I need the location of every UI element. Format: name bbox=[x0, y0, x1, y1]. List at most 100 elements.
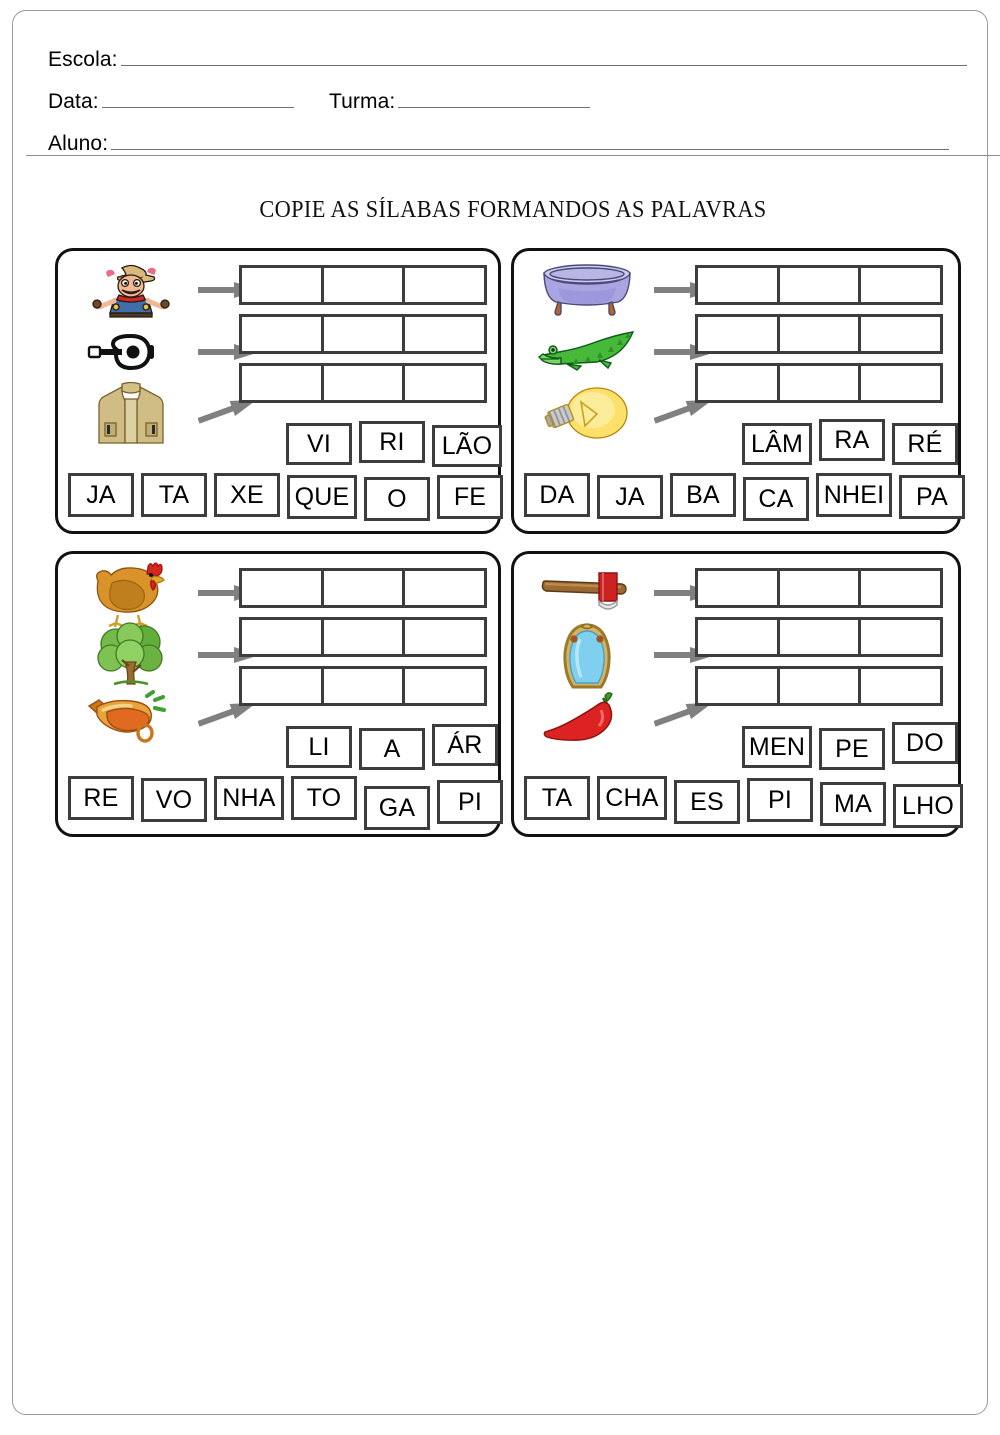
syllable-tile[interactable]: MA bbox=[820, 782, 886, 826]
exercise-box-3: LI A ÁR RE VO NHA TO GA PI bbox=[55, 551, 503, 837]
syllable-tile[interactable]: LHO bbox=[893, 784, 963, 828]
syllable-tile[interactable]: RA bbox=[819, 419, 885, 461]
answer-cell[interactable] bbox=[402, 617, 488, 657]
syllable-tile[interactable]: QUE bbox=[287, 475, 357, 519]
field-turma-label: Turma: bbox=[329, 90, 396, 113]
answer-cell[interactable] bbox=[320, 314, 406, 354]
answer-cell[interactable] bbox=[695, 617, 780, 657]
syllable-tile[interactable]: PI bbox=[747, 778, 813, 822]
answer-cell[interactable] bbox=[239, 363, 324, 403]
field-escola-input[interactable] bbox=[120, 49, 967, 66]
answer-cell[interactable] bbox=[858, 314, 944, 354]
syllable-tile[interactable]: XE bbox=[214, 473, 280, 517]
syllable-tile[interactable]: TA bbox=[524, 776, 590, 820]
syllable-tile[interactable]: TA bbox=[141, 473, 207, 517]
syllable-tile[interactable]: BA bbox=[670, 473, 736, 517]
guitar-icon bbox=[72, 321, 190, 383]
answer-cell[interactable] bbox=[320, 265, 406, 305]
answer-cell[interactable] bbox=[402, 265, 488, 305]
picture-column bbox=[72, 259, 190, 445]
answer-cell[interactable] bbox=[776, 666, 862, 706]
answer-cell[interactable] bbox=[858, 265, 944, 305]
answer-cell[interactable] bbox=[776, 265, 862, 305]
answer-cell[interactable] bbox=[239, 568, 324, 608]
answer-cell[interactable] bbox=[776, 568, 862, 608]
answer-grid bbox=[695, 265, 944, 412]
field-escola: Escola: bbox=[48, 48, 967, 78]
field-data: Data: bbox=[48, 90, 294, 120]
syllable-tile[interactable]: VO bbox=[141, 778, 207, 822]
syllable-tile[interactable]: RE bbox=[68, 776, 134, 820]
syllable-tile[interactable]: PI bbox=[437, 780, 503, 824]
answer-cell[interactable] bbox=[239, 314, 324, 354]
answer-cell[interactable] bbox=[320, 568, 406, 608]
syllable-tile[interactable]: NHEI bbox=[816, 473, 892, 517]
answer-cell[interactable] bbox=[239, 617, 324, 657]
answer-cell[interactable] bbox=[695, 363, 780, 403]
answer-row bbox=[239, 568, 488, 608]
syllable-strip-lower: DA JA BA CA NHEI PA bbox=[524, 473, 972, 521]
answer-cell[interactable] bbox=[320, 617, 406, 657]
answer-row bbox=[239, 363, 488, 403]
syllable-tile[interactable]: JA bbox=[68, 473, 134, 517]
chili-pepper-icon bbox=[528, 686, 646, 748]
syllable-tile[interactable]: FE bbox=[437, 475, 503, 519]
answer-cell[interactable] bbox=[858, 363, 944, 403]
answer-cell[interactable] bbox=[776, 363, 862, 403]
lightbulb-icon bbox=[528, 383, 646, 445]
answer-cell[interactable] bbox=[695, 568, 780, 608]
answer-grid bbox=[239, 568, 488, 715]
syllable-tile[interactable]: ES bbox=[674, 780, 740, 824]
answer-cell[interactable] bbox=[402, 314, 488, 354]
syllable-tile[interactable]: DO bbox=[892, 722, 958, 764]
answer-cell[interactable] bbox=[695, 265, 780, 305]
syllable-tile[interactable]: RÉ bbox=[892, 423, 958, 465]
answer-cell[interactable] bbox=[402, 568, 488, 608]
whistle-icon bbox=[72, 686, 190, 748]
syllable-tile[interactable]: A bbox=[359, 728, 425, 770]
syllable-tile[interactable]: PE bbox=[819, 728, 885, 770]
syllable-tile[interactable]: CA bbox=[743, 477, 809, 521]
answer-cell[interactable] bbox=[402, 666, 488, 706]
page-title: COPIE AS SÍLABAS FORMANDOS AS PALAVRAS bbox=[259, 197, 767, 223]
answer-row bbox=[239, 314, 488, 354]
answer-cell[interactable] bbox=[776, 314, 862, 354]
answer-row bbox=[695, 568, 944, 608]
syllable-tile[interactable]: LI bbox=[286, 726, 352, 768]
mirror-icon bbox=[528, 623, 646, 689]
syllable-tile[interactable]: TO bbox=[291, 776, 357, 820]
answer-cell[interactable] bbox=[695, 666, 780, 706]
field-data-input[interactable] bbox=[101, 91, 294, 108]
answer-cell[interactable] bbox=[858, 568, 944, 608]
answer-cell[interactable] bbox=[402, 363, 488, 403]
syllable-tile[interactable]: ÁR bbox=[432, 724, 498, 766]
field-aluno: Aluno: bbox=[48, 132, 950, 162]
hen-icon bbox=[72, 562, 190, 627]
picture-column bbox=[528, 259, 646, 445]
syllable-tile[interactable]: GA bbox=[364, 786, 430, 830]
syllable-tile[interactable]: VI bbox=[286, 423, 352, 465]
answer-cell[interactable] bbox=[695, 314, 780, 354]
answer-cell[interactable] bbox=[858, 666, 944, 706]
syllable-tile[interactable]: JA bbox=[597, 475, 663, 519]
syllable-tile[interactable]: RI bbox=[359, 421, 425, 463]
answer-cell[interactable] bbox=[239, 265, 324, 305]
field-turma-input[interactable] bbox=[398, 91, 591, 108]
answer-cell[interactable] bbox=[320, 666, 406, 706]
answer-row bbox=[695, 265, 944, 305]
answer-cell[interactable] bbox=[776, 617, 862, 657]
syllable-tile[interactable]: MEN bbox=[742, 726, 812, 768]
syllable-tile[interactable]: DA bbox=[524, 473, 590, 517]
answer-cell[interactable] bbox=[858, 617, 944, 657]
syllable-tile[interactable]: LÂM bbox=[742, 423, 812, 465]
syllable-tile[interactable]: PA bbox=[899, 475, 965, 519]
syllable-tile[interactable]: LÃO bbox=[432, 425, 502, 467]
answer-cell[interactable] bbox=[320, 363, 406, 403]
syllable-tile[interactable]: NHA bbox=[214, 776, 284, 820]
answer-row bbox=[239, 265, 488, 305]
syllable-tile[interactable]: CHA bbox=[597, 776, 667, 820]
bathtub-icon bbox=[528, 259, 646, 321]
answer-cell[interactable] bbox=[239, 666, 324, 706]
syllable-tile[interactable]: O bbox=[364, 477, 430, 521]
field-aluno-input[interactable] bbox=[111, 133, 950, 150]
